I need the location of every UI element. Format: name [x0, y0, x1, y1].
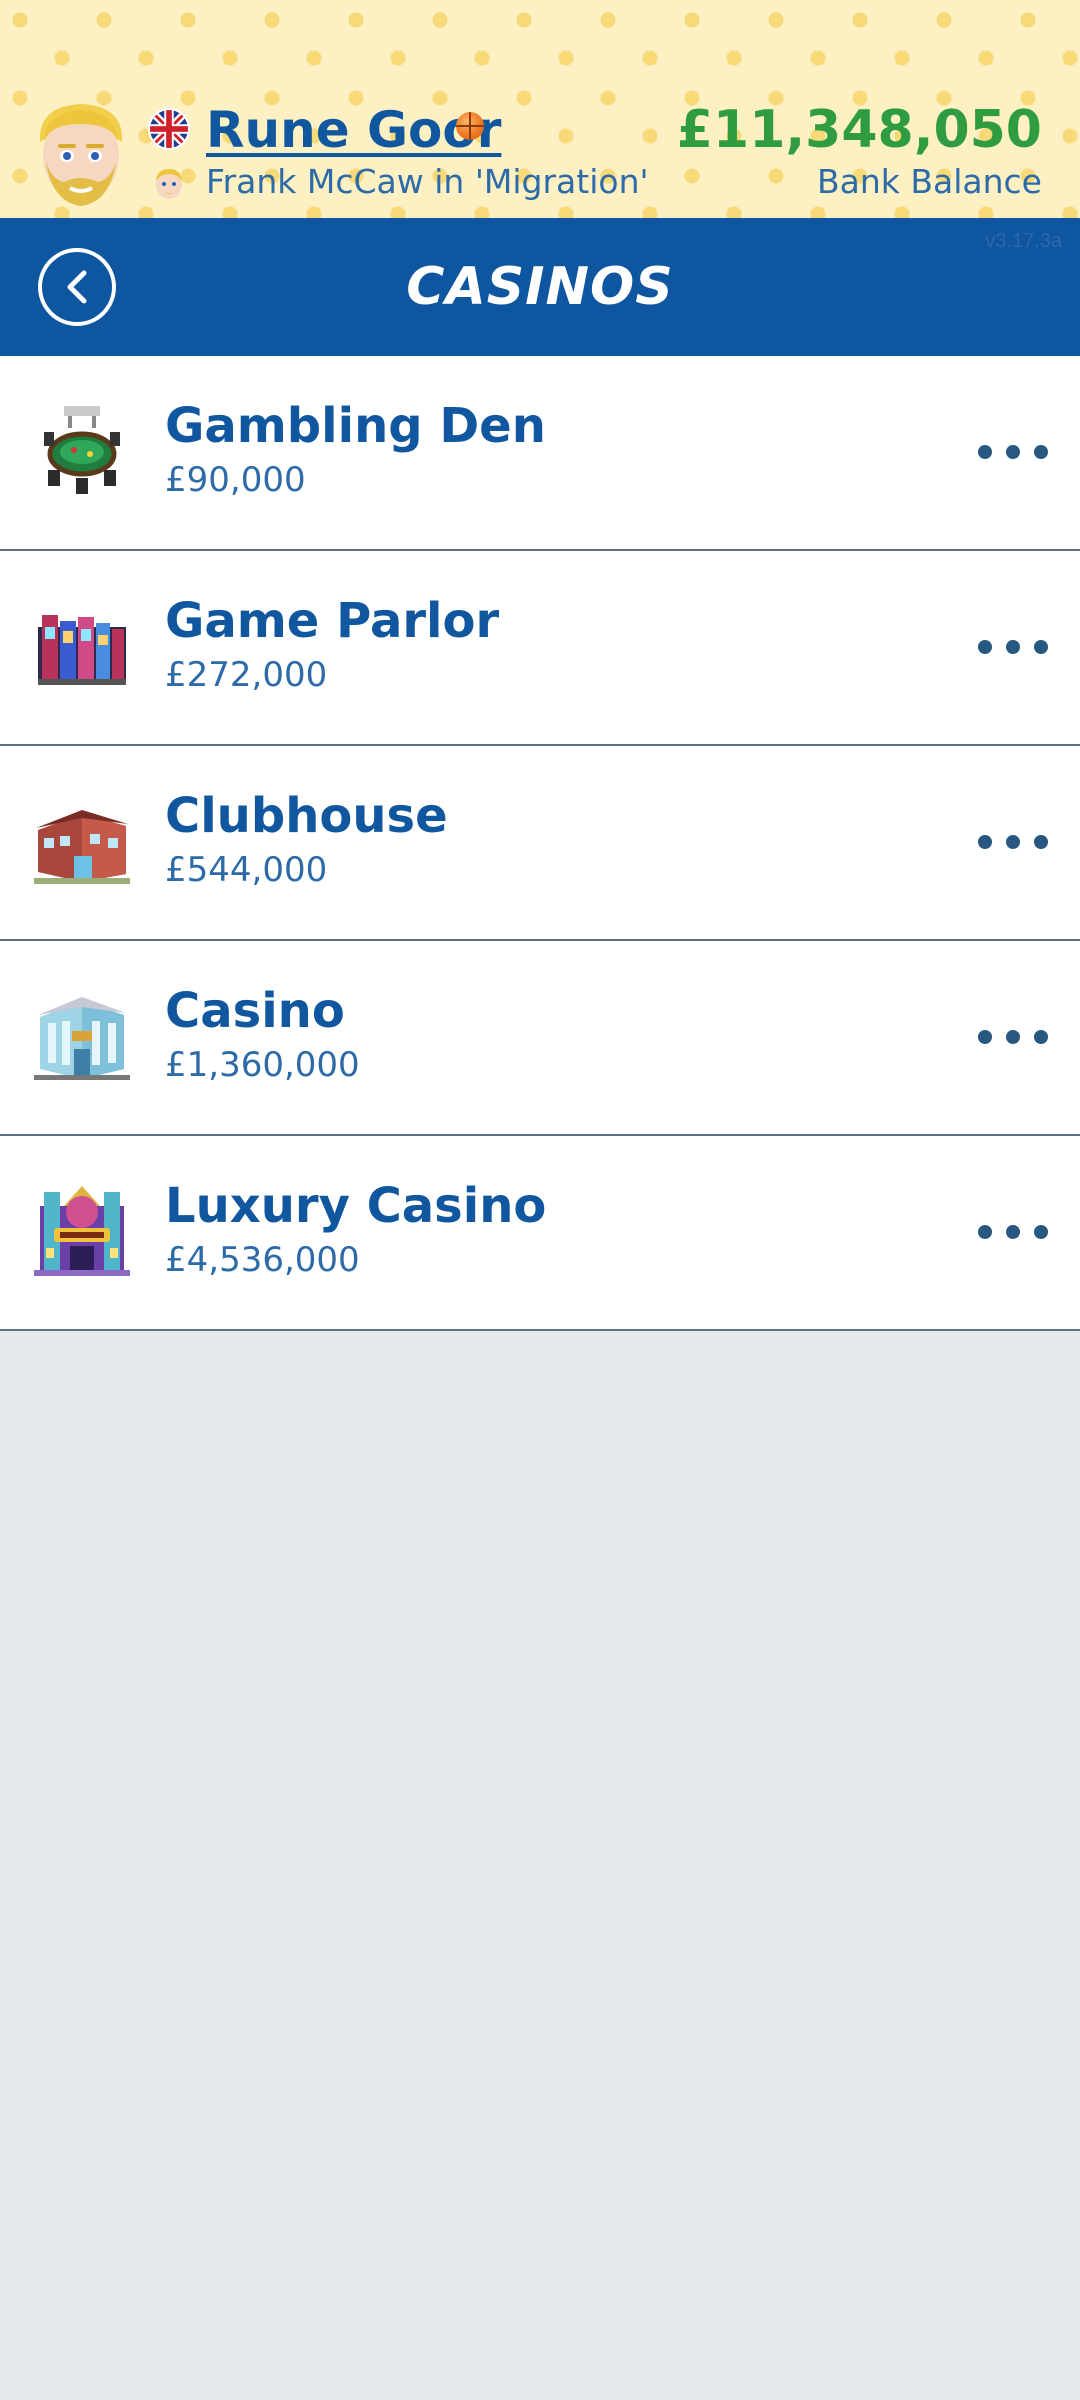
more-options-button[interactable]	[978, 1214, 1048, 1250]
page: Rune Goor Frank McCaw in 'Migration' £11…	[0, 0, 1080, 2400]
dot-icon	[1006, 1225, 1020, 1239]
item-name: Casino	[165, 983, 345, 1039]
clubhouse-icon	[34, 810, 130, 884]
game-parlor-icon	[38, 615, 126, 685]
dot-icon	[978, 835, 992, 849]
uk-flag-icon	[148, 108, 190, 150]
dot-icon	[1034, 640, 1048, 654]
dot-icon	[1006, 835, 1020, 849]
dot-icon	[1034, 445, 1048, 459]
item-price: £272,000	[165, 655, 328, 695]
item-price: £1,360,000	[165, 1045, 360, 1085]
casino-icon	[34, 997, 130, 1080]
title-bar: CASINOS v3.17.3a	[0, 218, 1080, 356]
basketball-icon	[456, 112, 484, 140]
dot-icon	[978, 1225, 992, 1239]
dot-icon	[978, 1030, 992, 1044]
mini-avatar-icon	[156, 169, 182, 199]
dot-icon	[978, 445, 992, 459]
item-name: Game Parlor	[165, 593, 500, 649]
item-price: £544,000	[165, 850, 328, 890]
more-options-button[interactable]	[978, 1019, 1048, 1055]
item-name: Clubhouse	[165, 788, 448, 844]
more-options-button[interactable]	[978, 434, 1048, 470]
list-item-clubhouse[interactable]: Clubhouse £544,000	[0, 746, 1080, 941]
avatar[interactable]	[32, 98, 130, 212]
gambling-den-icon	[44, 406, 120, 494]
dot-icon	[978, 640, 992, 654]
item-name: Luxury Casino	[165, 1178, 547, 1234]
page-title: CASINOS	[406, 257, 674, 317]
dot-icon	[1034, 1225, 1048, 1239]
dot-icon	[1006, 1030, 1020, 1044]
list-item-casino[interactable]: Casino £1,360,000	[0, 941, 1080, 1136]
list-item-game-parlor[interactable]: Game Parlor £272,000	[0, 551, 1080, 746]
dot-icon	[1034, 1030, 1048, 1044]
list-item-gambling-den[interactable]: Gambling Den £90,000	[0, 356, 1080, 551]
player-header: Rune Goor Frank McCaw in 'Migration' £11…	[0, 0, 1080, 218]
bank-balance-label: Bank Balance	[817, 162, 1042, 201]
item-price: £4,536,000	[165, 1240, 360, 1280]
bank-balance-value: £11,348,050	[676, 100, 1042, 160]
casino-list: Gambling Den £90,000 Game Parlor £272,00…	[0, 356, 1080, 1331]
item-name: Gambling Den	[165, 398, 546, 454]
more-options-button[interactable]	[978, 629, 1048, 665]
list-item-luxury-casino[interactable]: Luxury Casino £4,536,000	[0, 1136, 1080, 1331]
version-label: v3.17.3a	[985, 230, 1062, 252]
more-options-button[interactable]	[978, 824, 1048, 860]
item-price: £90,000	[165, 460, 306, 500]
current-job-text: Frank McCaw in 'Migration'	[206, 162, 649, 201]
dot-icon	[1006, 640, 1020, 654]
luxury-casino-icon	[34, 1186, 130, 1276]
dot-icon	[1034, 835, 1048, 849]
dot-icon	[1006, 445, 1020, 459]
